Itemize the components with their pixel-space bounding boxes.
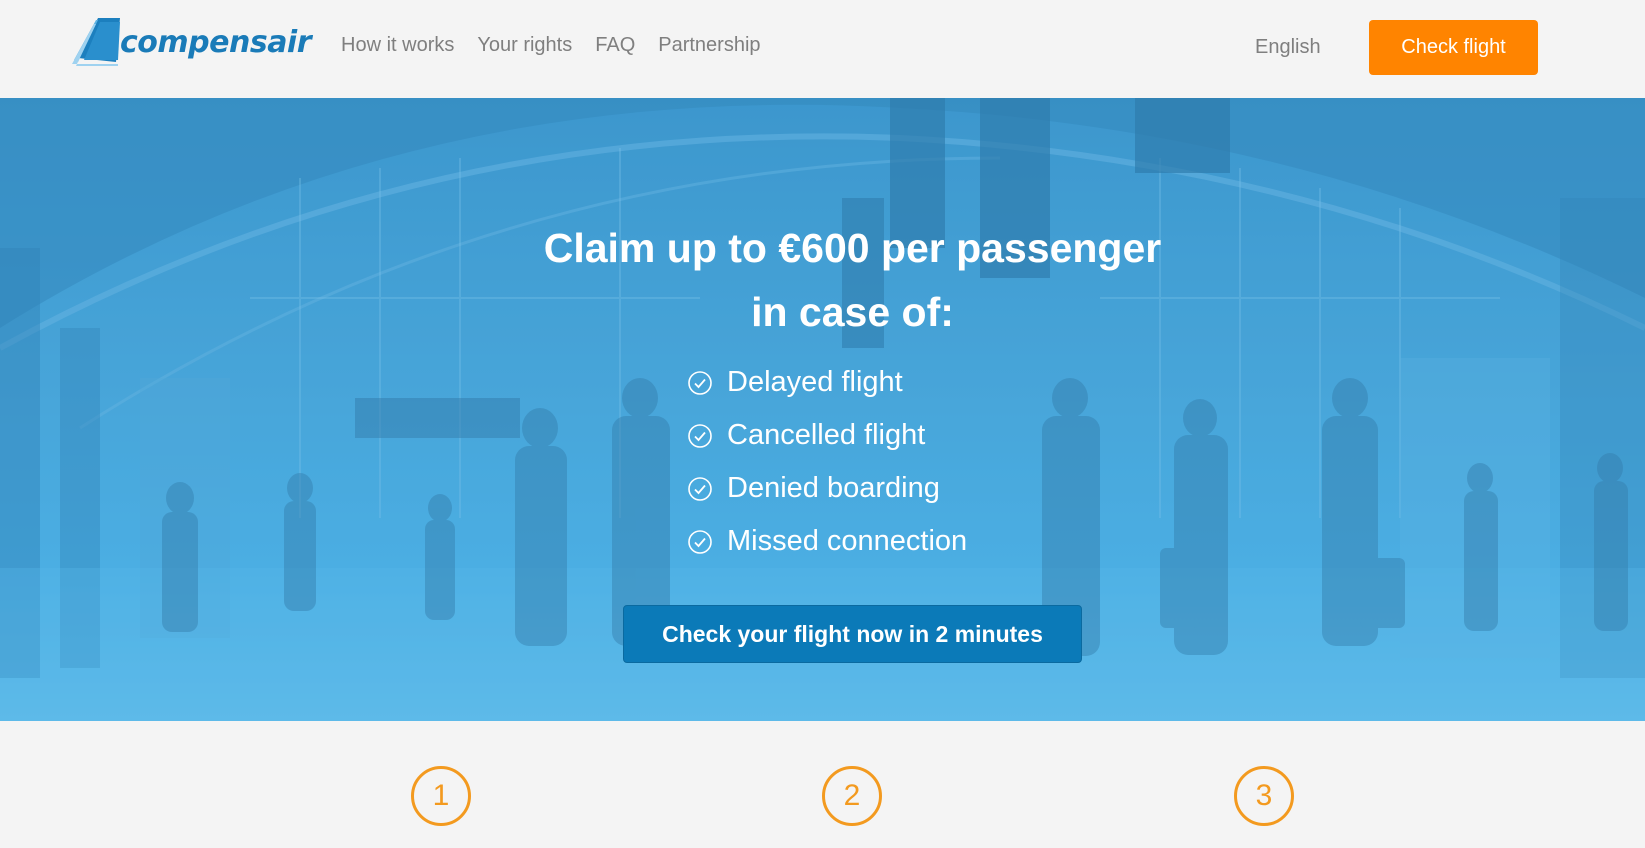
logo[interactable]: compensair [72,10,312,66]
hero-title-line-1: Claim up to €600 per passenger [543,225,1162,271]
feature-item: Cancelled flight [687,409,967,462]
language-selector[interactable]: English [1255,36,1321,59]
feature-label: Cancelled flight [727,419,926,451]
check-your-flight-button[interactable]: Check your flight now in 2 minutes [623,605,1082,663]
check-circle-icon [688,423,712,448]
feature-label: Denied boarding [727,472,940,504]
nav-faq[interactable]: FAQ [595,34,635,57]
nav-your-rights[interactable]: Your rights [477,34,572,57]
nav-how-it-works[interactable]: How it works [341,34,454,57]
feature-label: Delayed flight [727,366,903,398]
step-number-3: 3 [1234,766,1294,826]
hero-section: Claim up to €600 per passenger in case o… [0,98,1645,721]
check-flight-button[interactable]: Check flight [1369,20,1538,75]
steps-section: 1 2 3 [0,721,1645,848]
feature-item: Delayed flight [687,356,967,409]
feature-item: Denied boarding [687,462,967,515]
main-nav: How it works Your rights FAQ Partnership [341,34,784,57]
logo-text: compensair [120,25,312,60]
logo-wing-icon [72,18,120,66]
nav-partnership[interactable]: Partnership [658,34,760,57]
step-number-2: 2 [822,766,882,826]
feature-label: Missed connection [727,525,968,557]
feature-list: Delayed flight Cancelled flight Denied b… [687,356,967,568]
check-circle-icon [688,476,712,501]
check-circle-icon [688,370,712,395]
feature-item: Missed connection [687,515,967,568]
site-header: compensair How it works Your rights FAQ … [0,0,1645,98]
step-number-1: 1 [411,766,471,826]
check-circle-icon [688,529,712,554]
hero-title-line-2: in case of: [751,289,954,335]
hero-title: Claim up to €600 per passenger in case o… [0,216,1645,344]
